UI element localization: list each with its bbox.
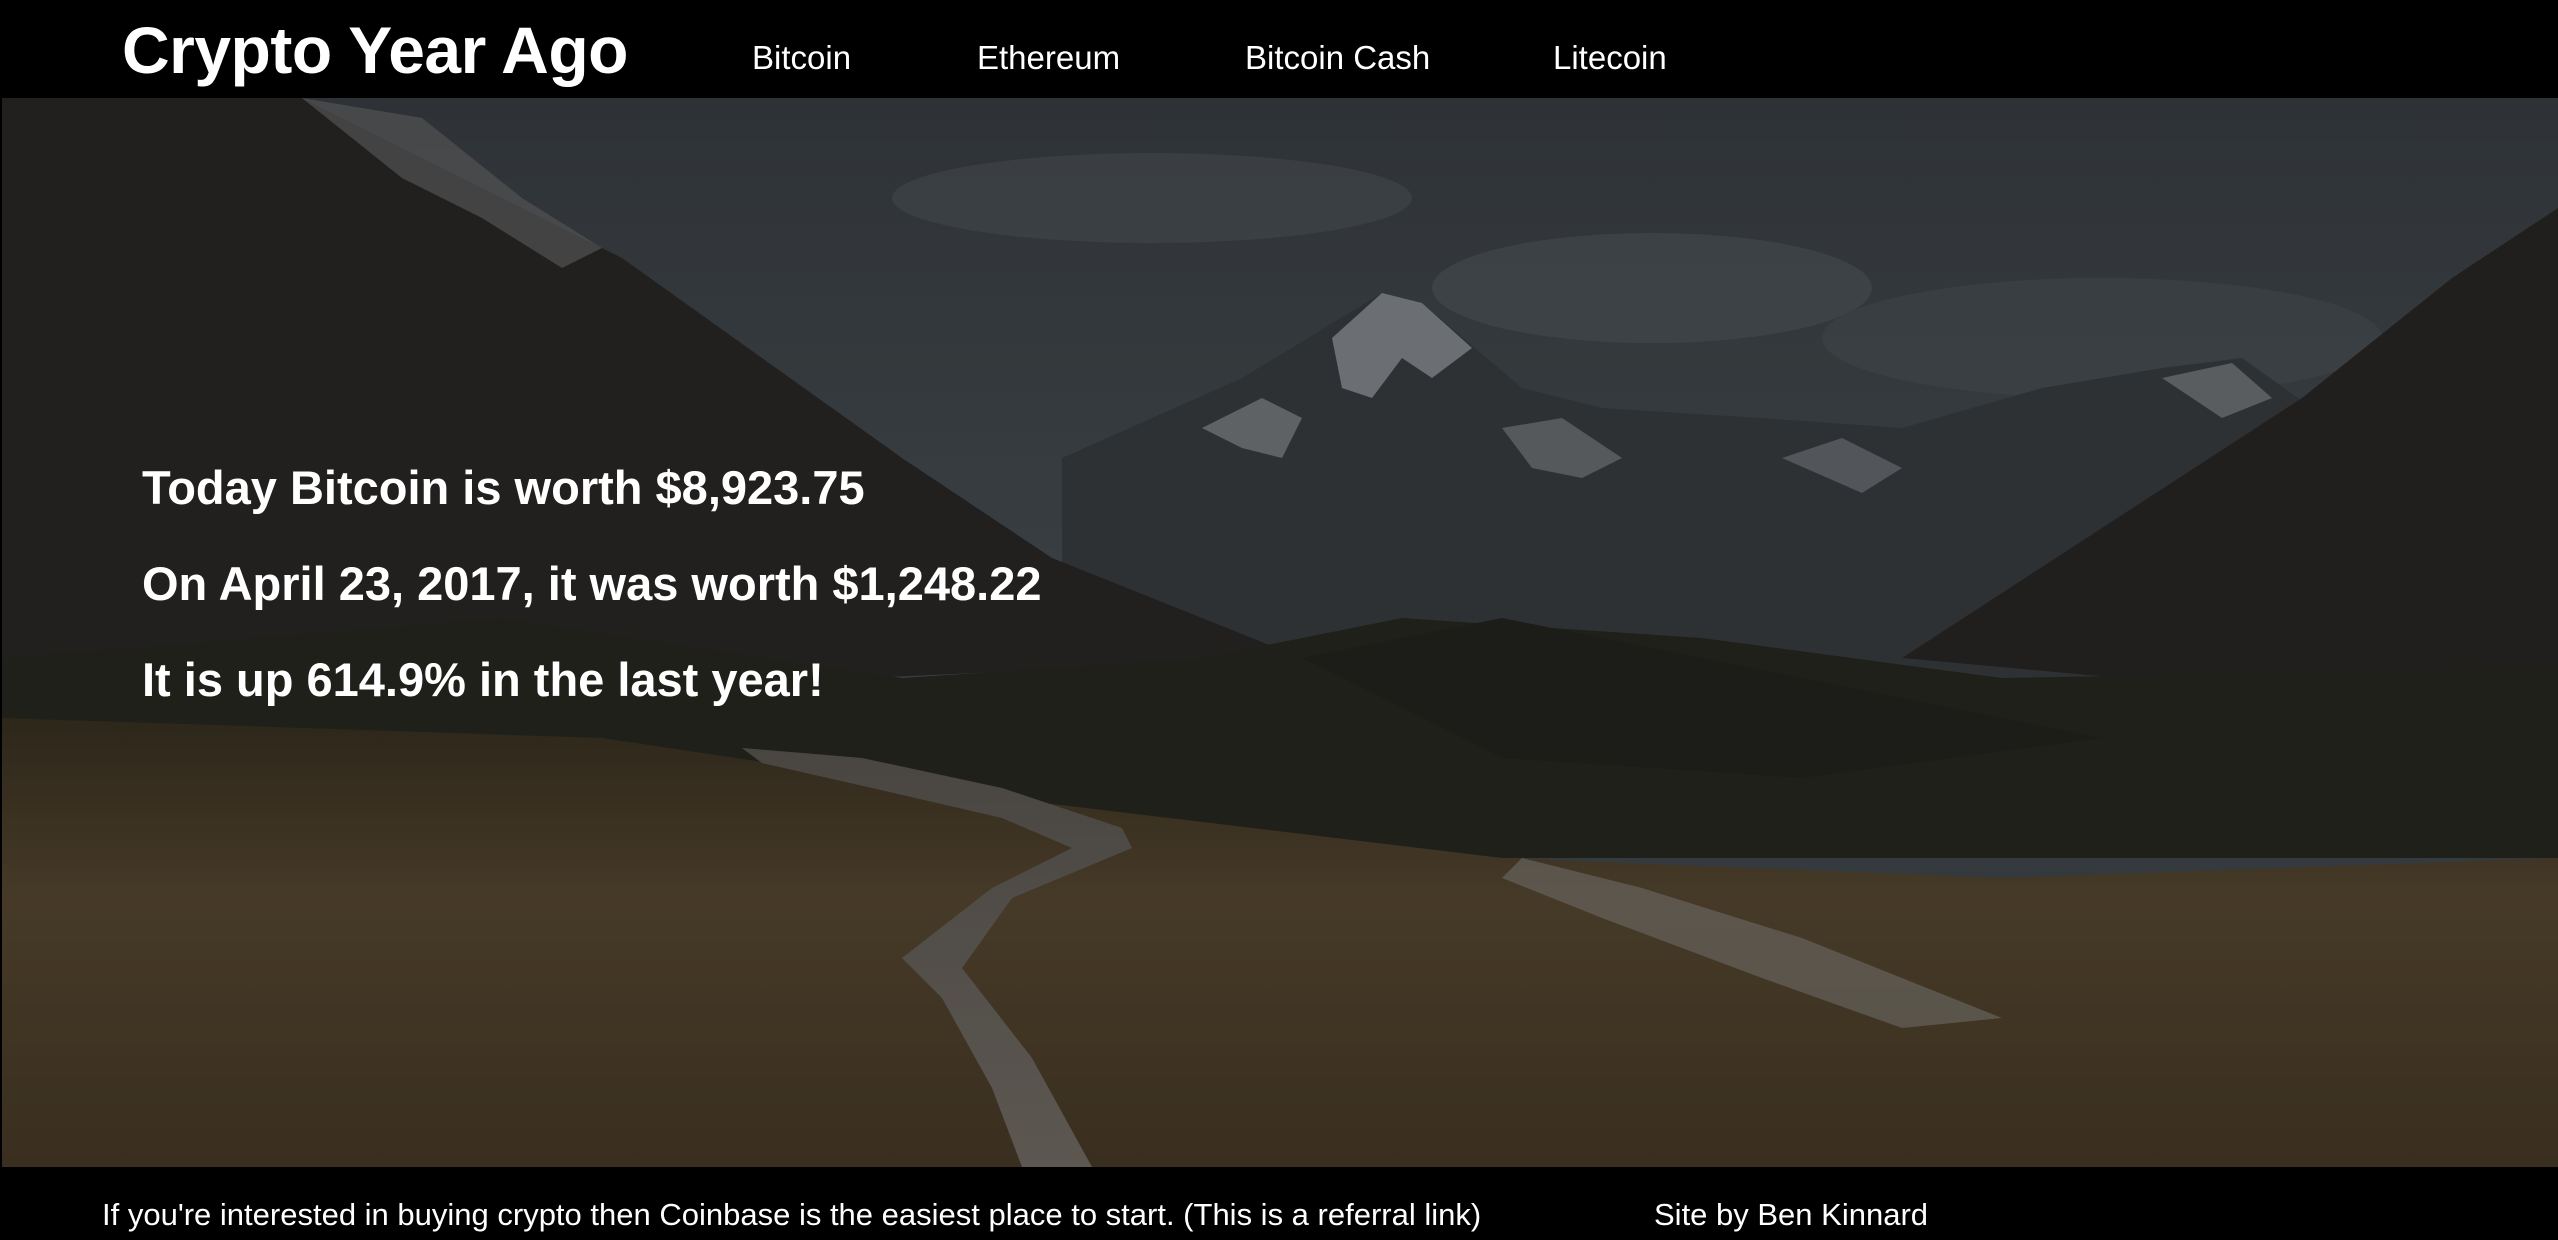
footer-bar: If you're interested in buying crypto th… xyxy=(0,1167,2558,1240)
hero-section: Today Bitcoin is worth $8,923.75 On Apri… xyxy=(2,98,2558,1167)
page: Crypto Year Ago Bitcoin Ethereum Bitcoin… xyxy=(0,0,2558,1240)
coinbase-referral-link[interactable]: If you're interested in buying crypto th… xyxy=(102,1197,1481,1233)
nav-litecoin-link[interactable]: Litecoin xyxy=(1553,38,1667,78)
percent-change-text: It is up 614.9% in the last year! xyxy=(142,653,824,706)
nav-bitcoin-link[interactable]: Bitcoin xyxy=(752,38,851,78)
today-price-text: Today Bitcoin is worth $8,923.75 xyxy=(142,461,865,514)
year-ago-price-text: On April 23, 2017, it was worth $1,248.2… xyxy=(142,557,1042,610)
hero-background-image xyxy=(2,98,2558,1167)
nav-ethereum-link[interactable]: Ethereum xyxy=(977,38,1120,78)
site-credit-link[interactable]: Site by Ben Kinnard xyxy=(1654,1197,1928,1233)
nav-bitcoin-cash-link[interactable]: Bitcoin Cash xyxy=(1245,38,1430,78)
site-title[interactable]: Crypto Year Ago xyxy=(122,10,628,90)
header-bar: Crypto Year Ago Bitcoin Ethereum Bitcoin… xyxy=(0,0,2558,98)
